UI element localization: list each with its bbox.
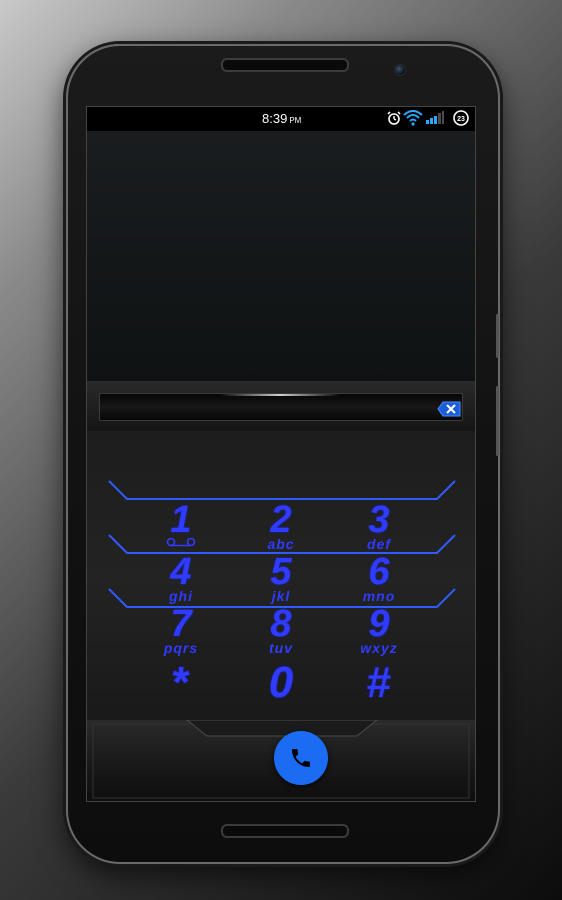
key-digit: 2: [270, 499, 292, 541]
key-digit: #: [366, 658, 392, 707]
bottom-speaker: [221, 824, 349, 838]
key-1[interactable]: 1: [133, 501, 229, 551]
key-digit: 0: [268, 658, 294, 707]
call-button[interactable]: [274, 731, 328, 785]
key-3[interactable]: 3 def: [331, 501, 427, 551]
phone-number-field[interactable]: [99, 393, 463, 421]
key-letters: abc: [267, 536, 295, 552]
key-digit: 3: [368, 499, 390, 541]
key-letters: def: [367, 536, 391, 552]
status-clock: 8:39 PM: [262, 111, 301, 126]
key-2[interactable]: 2 abc: [233, 501, 329, 551]
key-hash[interactable]: #: [331, 661, 427, 711]
key-9[interactable]: 9 wxyz: [331, 605, 427, 655]
notification-count-icon: 23: [453, 110, 469, 126]
key-7[interactable]: 7 pqrs: [133, 605, 229, 655]
phone-frame: 8:39 PM 23 1 2 abc 3 def 4 ghi 5 jkl 6 m…: [66, 44, 500, 864]
notification-count: 23: [457, 116, 465, 123]
screen: 8:39 PM 23 1 2 abc 3 def 4 ghi 5 jkl 6 m…: [86, 106, 476, 802]
key-letters: jkl: [271, 588, 291, 604]
signal-icon: [426, 111, 444, 124]
key-digit: 5: [270, 551, 292, 593]
clock-ampm: PM: [289, 116, 302, 125]
key-digit: 1: [170, 499, 192, 541]
phone-icon: [292, 749, 310, 767]
status-bar: 8:39 PM 23: [87, 107, 475, 131]
key-5[interactable]: 5 jkl: [233, 553, 329, 603]
key-letters: ghi: [169, 588, 193, 604]
clock-time: 8:39: [262, 111, 288, 126]
key-letters: tuv: [269, 640, 293, 656]
front-camera: [394, 64, 406, 76]
key-digit: 4: [170, 551, 192, 593]
earpiece-speaker: [221, 58, 349, 72]
volume-button: [496, 386, 499, 456]
key-digit: 6: [368, 551, 390, 593]
key-8[interactable]: 8 tuv: [233, 605, 329, 655]
key-digit: *: [172, 658, 190, 707]
wifi-icon: [403, 110, 423, 126]
key-0[interactable]: 0: [233, 661, 329, 711]
backspace-icon[interactable]: [437, 401, 461, 417]
power-button: [496, 314, 499, 358]
alarm-icon: [387, 111, 401, 125]
key-digit: 9: [368, 603, 390, 645]
number-input-panel: [87, 381, 475, 431]
key-letters: wxyz: [360, 640, 398, 656]
key-letters: mno: [362, 588, 396, 604]
key-star[interactable]: *: [133, 661, 229, 711]
key-letters: pqrs: [163, 640, 199, 656]
dialer-display-area: [87, 131, 475, 381]
key-6[interactable]: 6 mno: [331, 553, 427, 603]
key-digit: 7: [170, 603, 192, 645]
key-4[interactable]: 4 ghi: [133, 553, 229, 603]
key-digit: 8: [270, 603, 292, 645]
